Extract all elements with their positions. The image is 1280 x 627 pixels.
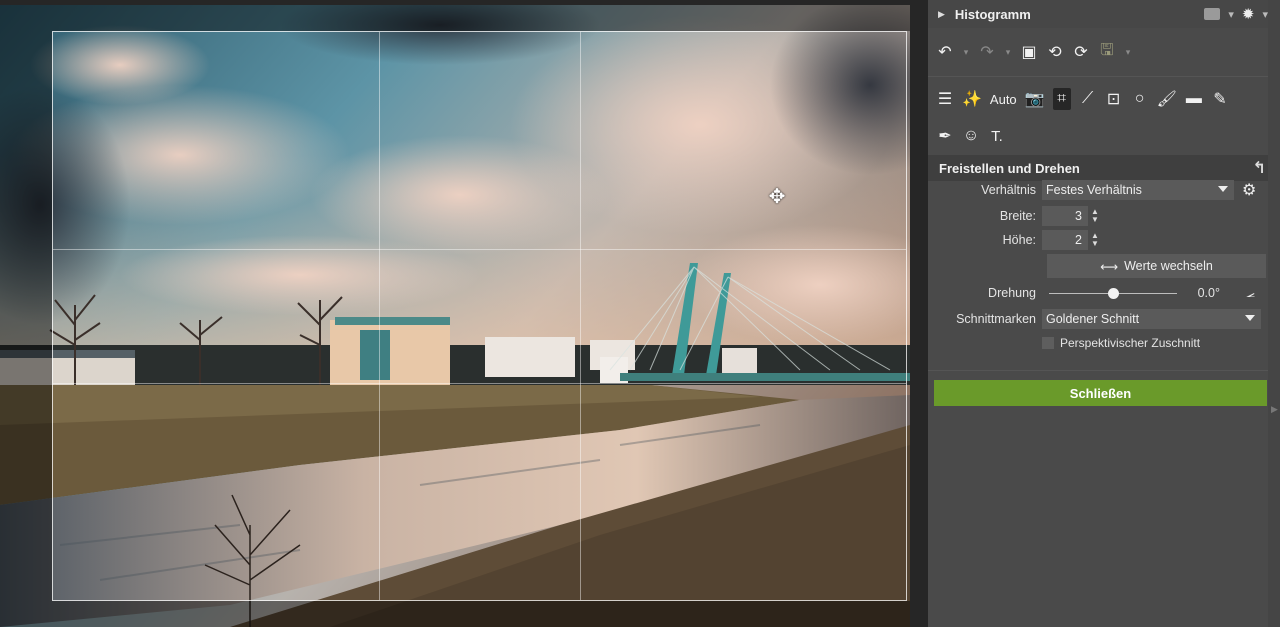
panel-collapse-strip[interactable]: ▶ bbox=[1268, 0, 1280, 627]
crop-guide-horizontal-2 bbox=[53, 383, 906, 384]
rotation-value: 0.0° bbox=[1197, 286, 1220, 300]
rotation-label: Drehung bbox=[988, 286, 1036, 300]
tools-row-2: ✒ ☺ T. bbox=[928, 121, 1280, 151]
circle-icon[interactable]: ○ bbox=[1131, 88, 1149, 110]
eraser-icon[interactable]: ▬ bbox=[1185, 88, 1203, 110]
reset-arrow-icon[interactable]: ↰ bbox=[1253, 158, 1266, 178]
divider bbox=[928, 370, 1268, 371]
width-stepper[interactable]: ▲ ▼ bbox=[1091, 208, 1101, 224]
auto-button[interactable]: Auto bbox=[990, 88, 1017, 110]
photo-canvas[interactable]: ✥ bbox=[0, 0, 928, 627]
close-button-label: Schließen bbox=[1069, 385, 1132, 401]
guides-select[interactable]: Goldener Schnitt bbox=[1042, 309, 1261, 329]
rotation-slider-knob[interactable] bbox=[1107, 288, 1119, 299]
rotate-right-icon[interactable]: ⟳ bbox=[1072, 41, 1090, 63]
perspective-label: Perspektivischer Zuschnitt bbox=[1060, 336, 1201, 350]
rotate-left-icon[interactable]: ⟲ bbox=[1046, 41, 1064, 63]
right-panel: ▶ Histogramm ▾ ✹ ▾ ↶ ▾ ↷ ▾ ▣ ⟲ ⟳ 🖫 ▾ ☰ ✨… bbox=[928, 0, 1280, 627]
width-row: Breite: 3 ▲ ▼ bbox=[928, 205, 1280, 227]
adjustments-icon[interactable]: ☰ bbox=[936, 88, 954, 110]
histogram-mode-icon[interactable] bbox=[1204, 8, 1221, 20]
perspective-row: Perspektivischer Zuschnitt bbox=[928, 332, 1280, 354]
auto-enhance-icon[interactable]: ✨ bbox=[962, 88, 982, 110]
image-icon[interactable]: ▣ bbox=[1020, 41, 1038, 63]
crop-guide-horizontal-1 bbox=[53, 249, 906, 250]
chevron-down-icon[interactable]: ▾ bbox=[962, 41, 970, 63]
height-label: Höhe: bbox=[1002, 233, 1036, 247]
chevron-right-icon[interactable]: ▶ bbox=[1271, 404, 1278, 415]
text-box-icon[interactable]: ⊡ bbox=[1105, 88, 1123, 110]
chevron-down-icon[interactable]: ▾ bbox=[1124, 41, 1132, 63]
height-stepper[interactable]: ▲ ▼ bbox=[1091, 232, 1101, 248]
ratio-row: Verhältnis Festes Verhältnis ⚙ bbox=[928, 179, 1280, 201]
crop-panel-header: Freistellen und Drehen ↰ bbox=[928, 155, 1280, 181]
guides-value: Goldener Schnitt bbox=[1046, 312, 1140, 326]
crop-dim-left bbox=[0, 31, 52, 601]
brush-icon[interactable]: 🖌 bbox=[1157, 88, 1177, 110]
ratio-label: Verhältnis bbox=[981, 183, 1036, 197]
width-input[interactable]: 3 bbox=[1042, 206, 1088, 226]
mask-icon[interactable]: ☺ bbox=[962, 125, 980, 147]
crop-icon[interactable]: ⌗ bbox=[1052, 88, 1071, 110]
crop-panel-title: Freistellen und Drehen bbox=[939, 160, 1080, 176]
tools-row: ☰ ✨ Auto 📷 ⌗ ⟋ ⊡ ○ 🖌 ▬ ✎ bbox=[928, 77, 1280, 121]
swap-values-button[interactable]: ⟷ Werte wechseln bbox=[1047, 254, 1266, 278]
perspective-icon[interactable]: ⟋ bbox=[1079, 88, 1097, 110]
guides-row: Schnittmarken Goldener Schnitt bbox=[928, 308, 1280, 330]
crop-frame[interactable] bbox=[52, 31, 907, 601]
swap-values-label: Werte wechseln bbox=[1124, 259, 1213, 273]
crop-dim-bottom bbox=[0, 601, 910, 627]
histogram-header[interactable]: ▶ Histogramm ▾ ✹ ▾ bbox=[928, 0, 1280, 28]
ratio-select[interactable]: Festes Verhältnis bbox=[1042, 180, 1234, 200]
chevron-down-icon bbox=[1245, 315, 1255, 321]
chevron-down-icon bbox=[1218, 186, 1228, 192]
height-input[interactable]: 2 bbox=[1042, 230, 1088, 250]
redo-icon[interactable]: ↷ bbox=[978, 41, 996, 63]
histogram-title: Histogramm bbox=[954, 6, 1031, 22]
move-cursor-icon: ✥ bbox=[768, 184, 786, 208]
chevron-down-icon[interactable]: ▾ bbox=[1228, 8, 1234, 21]
save-icon[interactable]: 🖫 bbox=[1098, 41, 1116, 63]
bandage-icon[interactable]: ✎ bbox=[1211, 88, 1229, 110]
gear-icon[interactable]: ⚙ bbox=[1242, 180, 1256, 200]
crop-guide-vertical-1 bbox=[379, 32, 380, 600]
camera-icon[interactable]: 📷 bbox=[1025, 88, 1045, 110]
crop-dim-top bbox=[0, 5, 910, 31]
edit-toolbar: ↶ ▾ ↷ ▾ ▣ ⟲ ⟳ 🖫 ▾ bbox=[928, 28, 1280, 76]
perspective-checkbox[interactable] bbox=[1042, 337, 1054, 349]
expand-triangle-icon: ▶ bbox=[938, 8, 945, 19]
width-label: Breite: bbox=[999, 209, 1036, 223]
close-button[interactable]: Schließen bbox=[934, 380, 1267, 406]
crop-guide-vertical-2 bbox=[580, 32, 581, 600]
ratio-value: Festes Verhältnis bbox=[1046, 183, 1142, 197]
undo-icon[interactable]: ↶ bbox=[936, 41, 954, 63]
swap-arrows-icon: ⟷ bbox=[1100, 259, 1119, 274]
guides-label: Schnittmarken bbox=[956, 312, 1036, 326]
chevron-down-icon[interactable]: ▾ bbox=[1004, 41, 1012, 63]
brightness-icon[interactable]: ✹ bbox=[1242, 5, 1255, 23]
pen-icon[interactable]: ✒ bbox=[936, 125, 954, 147]
text-tool-icon[interactable]: T. bbox=[988, 125, 1006, 147]
height-row: Höhe: 2 ▲ ▼ bbox=[928, 229, 1280, 251]
straighten-icon[interactable]: ⦟ bbox=[1246, 284, 1255, 301]
